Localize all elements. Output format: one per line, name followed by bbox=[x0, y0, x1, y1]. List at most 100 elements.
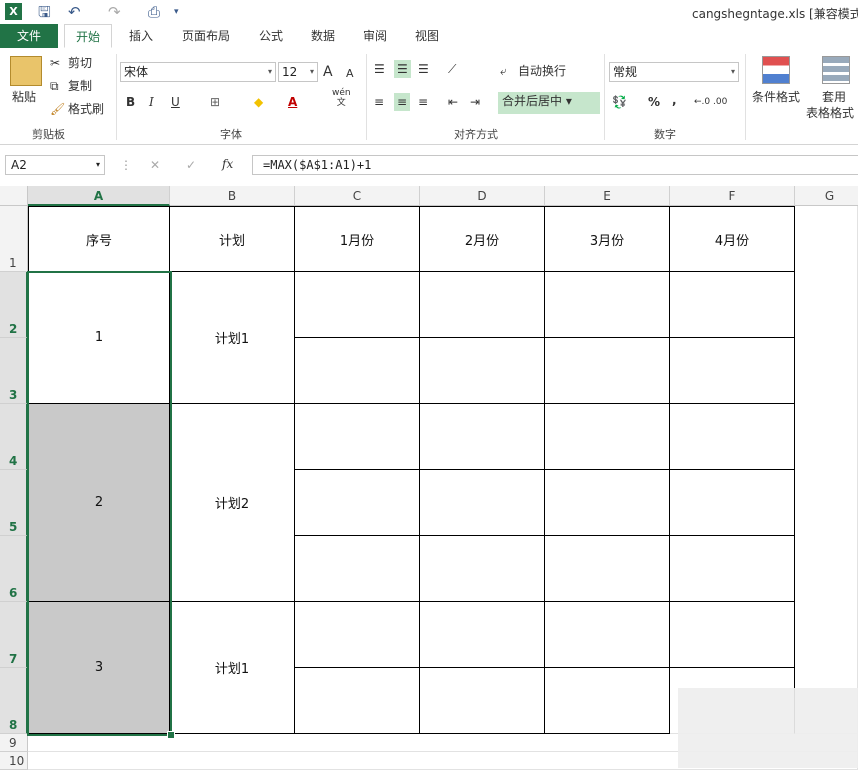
data-cell[interactable] bbox=[295, 470, 420, 536]
plan-cell-2[interactable]: 计划2 bbox=[170, 404, 295, 602]
data-cell[interactable] bbox=[545, 470, 670, 536]
row-header-8[interactable]: 8 bbox=[0, 668, 28, 734]
increase-decimal-button[interactable]: ←.0 .00 bbox=[694, 93, 727, 111]
tab-formulas[interactable]: 公式 bbox=[250, 24, 292, 48]
data-cell[interactable] bbox=[420, 404, 545, 470]
copy-button[interactable]: 复制 bbox=[68, 77, 92, 95]
font-color-icon[interactable]: A bbox=[288, 93, 297, 111]
comma-button[interactable]: , bbox=[672, 91, 677, 109]
tab-review[interactable]: 审阅 bbox=[354, 24, 396, 48]
cut-icon[interactable]: ✂ bbox=[50, 54, 60, 72]
number-format-select[interactable]: 常规 ▾ bbox=[609, 62, 739, 82]
wrap-text-icon[interactable]: ⤶ bbox=[500, 62, 507, 80]
increase-indent-icon[interactable]: ⇥ bbox=[470, 93, 480, 111]
column-header-d[interactable]: D bbox=[420, 186, 545, 206]
insert-function-icon[interactable]: fx bbox=[222, 155, 233, 173]
data-cell[interactable] bbox=[295, 668, 420, 734]
font-size-select[interactable]: 12 ▾ bbox=[278, 62, 318, 82]
align-middle-icon[interactable]: ☰ bbox=[394, 60, 411, 78]
plan-cell-3[interactable]: 计划1 bbox=[170, 602, 295, 734]
save-icon[interactable]: 🖫 bbox=[38, 2, 51, 22]
grow-font-button[interactable]: A bbox=[323, 63, 333, 81]
underline-button[interactable]: U bbox=[171, 93, 180, 111]
conditional-format-button[interactable]: 条件格式 bbox=[752, 88, 800, 106]
align-center-icon[interactable]: ≡ bbox=[394, 93, 411, 111]
percent-button[interactable]: % bbox=[648, 93, 660, 111]
data-cell[interactable] bbox=[295, 404, 420, 470]
conditional-format-icon[interactable] bbox=[762, 56, 790, 84]
align-left-icon[interactable]: ≡ bbox=[374, 93, 384, 111]
row-header-2[interactable]: 2 bbox=[0, 272, 28, 338]
format-painter-icon[interactable]: 🖌 bbox=[50, 100, 65, 118]
plan-cell-1[interactable]: 计划1 bbox=[170, 272, 295, 404]
undo-icon[interactable]: ↶ bbox=[68, 2, 81, 22]
select-all-corner[interactable] bbox=[0, 186, 28, 206]
data-cell[interactable] bbox=[545, 404, 670, 470]
row-header-10[interactable]: 10 bbox=[0, 752, 28, 770]
row-header-9[interactable]: 9 bbox=[0, 734, 28, 752]
column-header-f[interactable]: F bbox=[670, 186, 795, 206]
enter-icon[interactable]: ✓ bbox=[186, 156, 196, 174]
column-header-b[interactable]: B bbox=[170, 186, 295, 206]
data-cell[interactable] bbox=[670, 602, 795, 668]
align-top-icon[interactable]: ☰ bbox=[374, 60, 385, 78]
header-cell-month-3[interactable]: 3月份 bbox=[545, 206, 670, 272]
data-cell[interactable] bbox=[295, 536, 420, 602]
format-table-icon[interactable] bbox=[822, 56, 850, 84]
data-cell[interactable] bbox=[295, 272, 420, 338]
phonetic-button[interactable]: wén 文 bbox=[332, 88, 351, 108]
merge-center-button[interactable]: 合并后居中 ▾ bbox=[498, 92, 600, 114]
tab-view[interactable]: 视图 bbox=[406, 24, 448, 48]
header-cell-month-4[interactable]: 4月份 bbox=[670, 206, 795, 272]
data-cell[interactable] bbox=[420, 338, 545, 404]
row-header-3[interactable]: 3 bbox=[0, 338, 28, 404]
currency-icon[interactable]: 💱 bbox=[612, 93, 627, 111]
format-painter-button[interactable]: 格式刷 bbox=[68, 100, 104, 118]
row-header-1[interactable]: 1 bbox=[0, 206, 28, 272]
header-cell-seq[interactable]: 序号 bbox=[28, 206, 170, 272]
qat-customize-icon[interactable]: ▾ bbox=[174, 2, 179, 22]
redo-icon[interactable]: ↷ bbox=[108, 2, 121, 22]
data-cell[interactable] bbox=[670, 470, 795, 536]
tab-file[interactable]: 文件 bbox=[0, 24, 58, 48]
data-cell[interactable] bbox=[295, 338, 420, 404]
data-cell[interactable] bbox=[420, 668, 545, 734]
seq-cell-1[interactable]: 1 bbox=[28, 272, 170, 404]
column-header-c[interactable]: C bbox=[295, 186, 420, 206]
wrap-text-button[interactable]: 自动换行 bbox=[518, 62, 566, 80]
cancel-icon[interactable]: ✕ bbox=[150, 156, 160, 174]
seq-cell-3[interactable]: 3 bbox=[28, 602, 170, 734]
data-cell[interactable] bbox=[545, 338, 670, 404]
column-header-g[interactable]: G bbox=[795, 186, 858, 206]
paste-button[interactable]: 粘贴 bbox=[12, 88, 36, 106]
row-header-5[interactable]: 5 bbox=[0, 470, 28, 536]
data-cell[interactable] bbox=[545, 272, 670, 338]
italic-button[interactable]: I bbox=[149, 93, 154, 111]
align-right-icon[interactable]: ≡ bbox=[418, 93, 428, 111]
row-header-6[interactable]: 6 bbox=[0, 536, 28, 602]
empty-column-g[interactable] bbox=[795, 206, 858, 734]
border-icon[interactable]: ⊞ bbox=[210, 93, 220, 111]
print-preview-icon[interactable]: ⎙ bbox=[148, 2, 160, 22]
row-header-4[interactable]: 4 bbox=[0, 404, 28, 470]
bold-button[interactable]: B bbox=[126, 93, 135, 111]
data-cell[interactable] bbox=[545, 668, 670, 734]
name-box[interactable]: A2 ▾ bbox=[5, 155, 105, 175]
header-cell-month-1[interactable]: 1月份 bbox=[295, 206, 420, 272]
shrink-font-button[interactable]: A bbox=[346, 65, 354, 83]
data-cell[interactable] bbox=[670, 272, 795, 338]
data-cell[interactable] bbox=[670, 404, 795, 470]
cut-button[interactable]: 剪切 bbox=[68, 54, 92, 72]
copy-icon[interactable]: ⧉ bbox=[50, 77, 59, 95]
data-cell[interactable] bbox=[545, 536, 670, 602]
column-header-e[interactable]: E bbox=[545, 186, 670, 206]
font-name-select[interactable]: 宋体 ▾ bbox=[120, 62, 276, 82]
data-cell[interactable] bbox=[545, 602, 670, 668]
header-cell-month-2[interactable]: 2月份 bbox=[420, 206, 545, 272]
data-cell[interactable] bbox=[420, 602, 545, 668]
seq-cell-2[interactable]: 2 bbox=[28, 404, 170, 602]
row-header-7[interactable]: 7 bbox=[0, 602, 28, 668]
formula-input[interactable]: =MAX($A$1:A1)+1 bbox=[252, 155, 858, 175]
fill-color-icon[interactable]: ◆ bbox=[254, 93, 263, 111]
tab-insert[interactable]: 插入 bbox=[120, 24, 162, 48]
